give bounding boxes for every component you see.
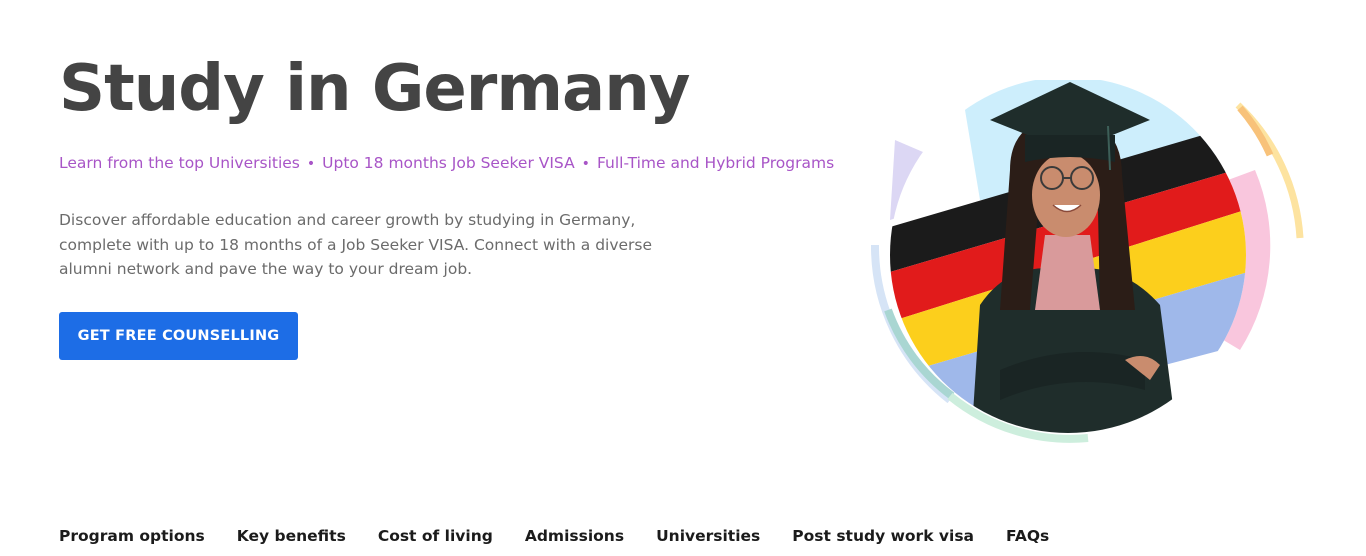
- get-free-counselling-button[interactable]: GET FREE COUNSELLING: [59, 312, 298, 360]
- page-title: Study in Germany: [59, 52, 690, 126]
- highlights-list: Learn from the top Universities • Upto 18 …: [59, 152, 834, 175]
- bullet-dot-icon: •: [581, 156, 590, 172]
- section-navigation: Program options Key benefits Cost of liv…: [59, 524, 1081, 548]
- graduate-illustration: [870, 77, 1304, 443]
- highlight-item: Learn from the top Universities: [59, 154, 300, 172]
- hero-description: Discover affordable education and career…: [59, 211, 653, 278]
- nav-item-post-study-work-visa[interactable]: Post study work visa: [792, 524, 974, 548]
- nav-item-program-options[interactable]: Program options: [59, 524, 205, 548]
- nav-item-key-benefits[interactable]: Key benefits: [237, 524, 346, 548]
- nav-item-cost-of-living[interactable]: Cost of living: [378, 524, 493, 548]
- highlight-item: Upto 18 months Job Seeker VISA: [322, 154, 575, 172]
- highlight-item: Full-Time and Hybrid Programs: [596, 154, 835, 172]
- hero-image: [860, 60, 1320, 460]
- bullet-dot-icon: •: [306, 156, 316, 172]
- nav-item-faqs[interactable]: FAQs: [1006, 524, 1049, 548]
- nav-item-universities[interactable]: Universities: [656, 524, 760, 548]
- nav-item-admissions[interactable]: Admissions: [525, 524, 624, 548]
